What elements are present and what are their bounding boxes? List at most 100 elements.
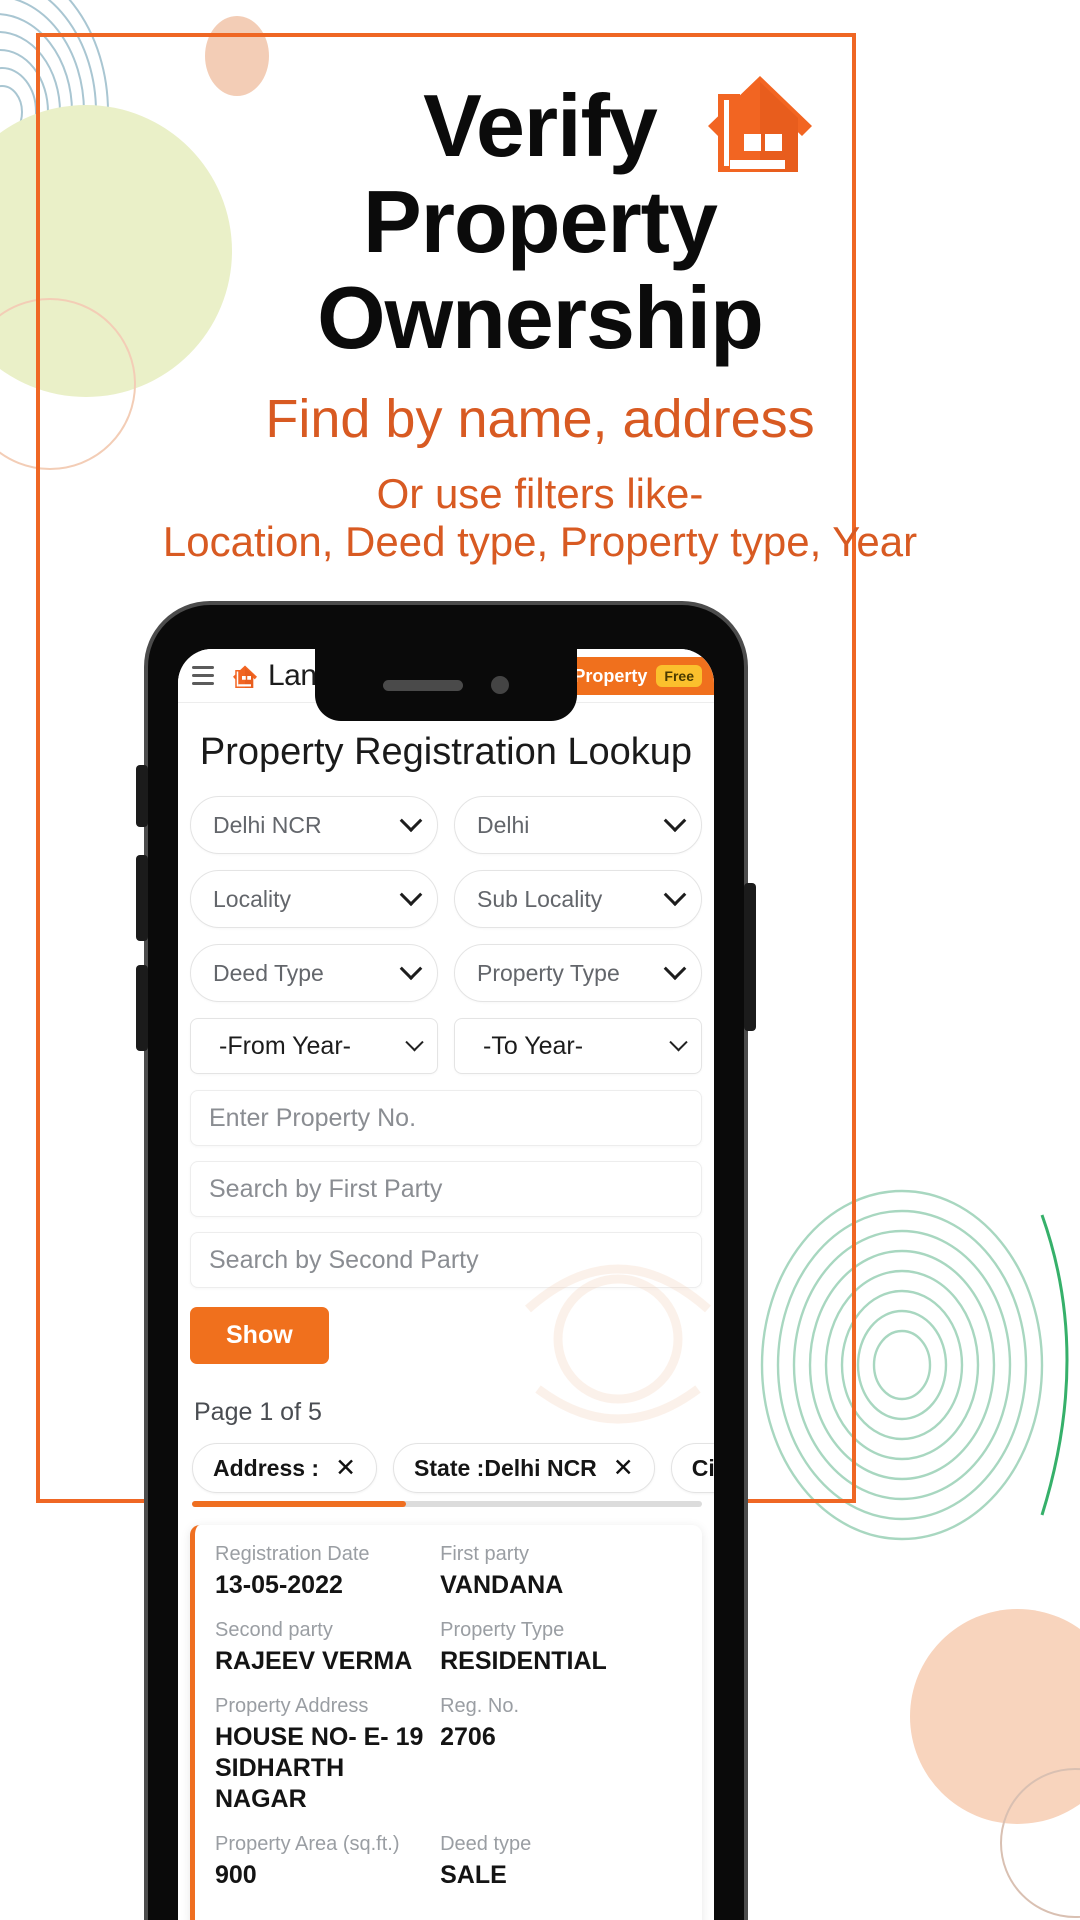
property-no-input[interactable]: Enter Property No. bbox=[190, 1090, 702, 1146]
chevron-down-icon bbox=[405, 1032, 424, 1051]
region-select-value: Delhi NCR bbox=[213, 811, 322, 838]
phone-button-volume-up bbox=[136, 855, 148, 941]
phone-button-volume-down bbox=[136, 965, 148, 1051]
phone-screen: Landabte.in Property Free Property Reg bbox=[178, 649, 714, 1920]
hero-title-line-3: Ownership bbox=[317, 268, 764, 367]
field-label: Property Area (sq.ft.) bbox=[215, 1833, 400, 1855]
property-type-select-value: Property Type bbox=[477, 959, 620, 986]
city-select-value: Delhi bbox=[477, 811, 530, 838]
chevron-down-icon bbox=[399, 883, 423, 907]
active-filter-chips: Address : ✕ State :Delhi NCR ✕ City :Del… bbox=[190, 1443, 714, 1507]
second-party-input[interactable]: Search by Second Party bbox=[190, 1232, 702, 1288]
hero-subtitle-primary: Find by name, address bbox=[265, 389, 815, 449]
page-title: Verify Property Ownership bbox=[0, 78, 1080, 366]
chip-city[interactable]: City :Delhi ✕ bbox=[670, 1443, 714, 1493]
field-label: Deed type bbox=[440, 1833, 532, 1855]
field-property-type: Property Type RESIDENTIAL bbox=[440, 1619, 684, 1677]
first-party-input[interactable]: Search by First Party bbox=[190, 1161, 702, 1217]
hero-subtitle-line-1: Or use filters like- bbox=[376, 470, 704, 517]
result-row-4: Property Area (sq.ft.) 900 Deed type SAL… bbox=[215, 1833, 684, 1891]
filter-row-locality: Locality Sub Locality bbox=[190, 870, 702, 928]
result-row-1: Registration Date 13-05-2022 First party… bbox=[215, 1543, 684, 1601]
chip-address[interactable]: Address : ✕ bbox=[192, 1443, 378, 1493]
phone-mockup: Landabte.in Property Free Property Reg bbox=[136, 605, 756, 1920]
field-label: Property Type bbox=[440, 1619, 565, 1641]
hero-subtitle-line-2: Location, Deed type, Property type, Year bbox=[162, 518, 918, 565]
chevron-down-icon bbox=[399, 809, 423, 833]
sub-locality-select[interactable]: Sub Locality bbox=[454, 870, 702, 928]
field-deed-type: Deed type SALE bbox=[440, 1833, 684, 1891]
chevron-down-icon bbox=[663, 957, 687, 981]
field-label: First party bbox=[440, 1543, 530, 1565]
field-first-party: First party VANDANA bbox=[440, 1543, 684, 1601]
speaker-icon bbox=[383, 679, 463, 691]
from-year-select-value: -From Year- bbox=[219, 1031, 351, 1060]
to-year-select-value: -To Year- bbox=[483, 1031, 584, 1060]
field-property-address: Property Address HOUSE NO- E- 19 SIDHART… bbox=[215, 1695, 440, 1815]
region-select[interactable]: Delhi NCR bbox=[190, 796, 438, 854]
locality-select[interactable]: Locality bbox=[190, 870, 438, 928]
hero-title-line-1: Verify bbox=[423, 76, 658, 175]
field-label: Registration Date bbox=[215, 1543, 370, 1565]
pagination-label: Page 1 of 5 bbox=[194, 1398, 322, 1426]
sub-locality-select-value: Sub Locality bbox=[477, 885, 603, 912]
chips-scrollbar[interactable] bbox=[192, 1501, 702, 1507]
field-value: VANDANA bbox=[440, 1571, 564, 1599]
property-cta-label: Property bbox=[573, 665, 648, 686]
result-card[interactable]: Registration Date 13-05-2022 First party… bbox=[190, 1525, 702, 1920]
show-button[interactable]: Show bbox=[190, 1307, 329, 1364]
field-value: 13-05-2022 bbox=[215, 1571, 343, 1599]
property-no-placeholder: Enter Property No. bbox=[209, 1103, 417, 1132]
field-registration-date: Registration Date 13-05-2022 bbox=[215, 1543, 440, 1601]
city-select[interactable]: Delhi bbox=[454, 796, 702, 854]
property-type-select[interactable]: Property Type bbox=[454, 944, 702, 1002]
tan-circle-outline-decoration bbox=[1000, 1768, 1080, 1918]
field-value: 900 bbox=[215, 1861, 257, 1889]
hero-title-line-2: Property bbox=[363, 172, 718, 271]
second-party-placeholder: Search by Second Party bbox=[209, 1245, 479, 1274]
field-value: HOUSE NO- E- 19 SIDHARTH NAGAR bbox=[215, 1723, 424, 1813]
field-property-area: Property Area (sq.ft.) 900 bbox=[215, 1833, 440, 1891]
filter-row-years: -From Year- -To Year- bbox=[190, 1018, 702, 1074]
chips-row: Address : ✕ State :Delhi NCR ✕ City :Del… bbox=[192, 1443, 714, 1493]
to-year-select[interactable]: -To Year- bbox=[454, 1018, 702, 1074]
chip-state[interactable]: State :Delhi NCR ✕ bbox=[393, 1443, 655, 1493]
locality-select-value: Locality bbox=[213, 885, 291, 912]
result-row-2: Second party RAJEEV VERMA Property Type … bbox=[215, 1619, 684, 1677]
phone-button-silent bbox=[136, 765, 148, 827]
field-second-party: Second party RAJEEV VERMA bbox=[215, 1619, 440, 1677]
field-label: Property Address bbox=[215, 1695, 369, 1717]
chip-state-label: State :Delhi NCR bbox=[414, 1454, 597, 1481]
field-value: RESIDENTIAL bbox=[440, 1647, 607, 1675]
filter-row-region: Delhi NCR Delhi bbox=[190, 796, 702, 854]
free-badge: Free bbox=[656, 665, 702, 687]
chevron-down-icon bbox=[663, 809, 687, 833]
field-reg-no: Reg. No. 2706 bbox=[440, 1695, 684, 1815]
peach-circle-decoration-bottom bbox=[910, 1609, 1080, 1824]
chevron-down-icon bbox=[669, 1032, 688, 1051]
chevron-down-icon bbox=[663, 883, 687, 907]
field-value: SALE bbox=[440, 1861, 507, 1889]
field-value: RAJEEV VERMA bbox=[215, 1647, 413, 1675]
chips-scrollbar-thumb[interactable] bbox=[192, 1501, 407, 1507]
result-row-3: Property Address HOUSE NO- E- 19 SIDHART… bbox=[215, 1695, 684, 1815]
hamburger-icon[interactable] bbox=[192, 666, 214, 685]
house-logo-icon bbox=[230, 661, 260, 691]
first-party-placeholder: Search by First Party bbox=[209, 1174, 443, 1203]
deed-type-select-value: Deed Type bbox=[213, 959, 324, 986]
chip-address-label: Address : bbox=[213, 1454, 320, 1481]
field-value: 2706 bbox=[440, 1723, 496, 1751]
from-year-select[interactable]: -From Year- bbox=[190, 1018, 438, 1074]
hero-subtitle-secondary: Or use filters like- Location, Deed type… bbox=[0, 470, 1080, 566]
field-label: Reg. No. bbox=[440, 1695, 520, 1717]
chip-city-label: City :Delhi bbox=[691, 1454, 714, 1481]
poster-canvas: Verify Property Ownership Find by name, … bbox=[0, 0, 1080, 1920]
close-icon[interactable]: ✕ bbox=[335, 1453, 356, 1483]
field-label: Second party bbox=[215, 1619, 333, 1641]
deed-type-select[interactable]: Deed Type bbox=[190, 944, 438, 1002]
camera-icon bbox=[491, 676, 509, 694]
phone-button-power bbox=[744, 883, 756, 1031]
close-icon[interactable]: ✕ bbox=[613, 1453, 634, 1483]
lookup-form: Delhi NCR Delhi Locality Sub Locality De… bbox=[178, 796, 714, 1920]
phone-notch bbox=[315, 649, 577, 721]
